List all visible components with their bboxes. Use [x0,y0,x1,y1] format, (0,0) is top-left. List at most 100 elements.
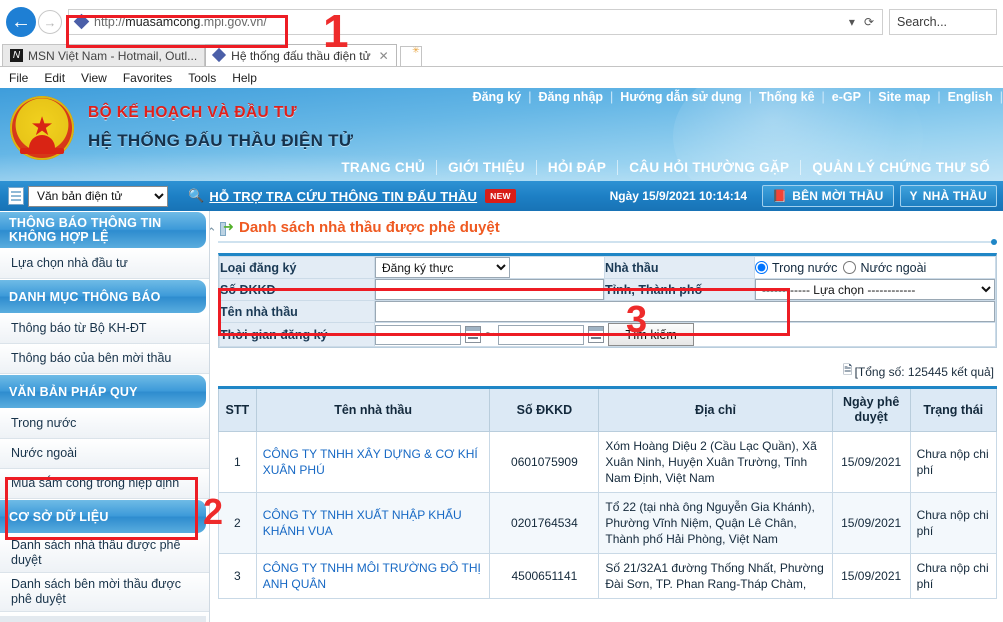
browser-tab-mpi[interactable]: Hệ thống đấu thầu điện tử ✕ [205,44,397,66]
nav-gioi-thieu[interactable]: GIỚI THIỆU [437,160,536,175]
browser-search-input[interactable]: Search... [889,9,997,35]
address-bar[interactable]: http://muasamcong.mpi.gov.vn/ ▾ ⟳ [68,9,883,35]
document-type-select[interactable]: Văn bản điện tử [28,185,168,207]
search-submit-button[interactable]: Tìm kiếm [608,323,694,346]
col-status: Trạng thái [909,387,998,432]
ben-moi-thau-label: BÊN MỜI THẦU [792,189,884,203]
site-favicon-icon [75,15,89,29]
cell-status: Chưa nộp chi phí [909,553,998,599]
contractor-link[interactable]: CÔNG TY TNHH MÔI TRƯỜNG ĐÔ THỊ ANH QUÂN [263,561,481,591]
sidebar-scroll-end [0,616,206,622]
close-icon[interactable]: ✕ [379,49,389,63]
cell-stt: 2 [218,492,257,554]
document-icon [8,187,24,205]
refresh-icon[interactable]: ⟳ [864,15,874,29]
back-icon[interactable]: ← [6,7,36,37]
ben-moi-thau-button[interactable]: 📕 BÊN MỜI THẦU [762,185,894,207]
new-tab-icon[interactable] [399,45,422,66]
calendar-icon[interactable] [588,326,605,343]
sidebar-item-approved-procuring-entities[interactable]: Danh sách bên mời thầu được phê duyệt [0,573,209,612]
radio-foreign-input[interactable] [843,261,857,274]
nav-cau-hoi-thuong-gap[interactable]: CÂU HỎI THƯỜNG GẶP [618,160,800,175]
search-form-table: Loại đăng ký Đăng ký thực Nhà thầu Trong… [219,256,996,347]
cell-date: 15/09/2021 [831,431,911,493]
sidebar-heading-invalid-notices[interactable]: THÔNG BÁO THÔNG TIN KHÔNG HỢP LỆ [0,212,206,248]
sidebar-item-notice-ministry[interactable]: Thông báo từ Bộ KH-ĐT [0,314,209,344]
collapse-caret-icon[interactable]: ⌃ [210,225,217,241]
nav-hoi-dap[interactable]: HỎI ĐÁP [537,160,617,175]
title-divider [218,239,997,245]
browser-tab-label: Hệ thống đấu thầu điện tử [231,48,371,63]
topnav-site-map[interactable]: Site map [871,90,937,104]
cell-date: 15/09/2021 [831,553,911,599]
radio-domestic-input[interactable] [755,261,768,274]
topnav-thong-ke[interactable]: Thống kê [752,90,822,104]
cell-dkkd: 4500651141 [489,553,600,599]
document-type-selector[interactable]: Văn bản điện tử [8,185,168,207]
menu-item-view[interactable]: View [81,71,107,85]
cell-name: CÔNG TY TNHH MÔI TRƯỜNG ĐÔ THỊ ANH QUÂN [255,553,491,599]
chevron-down-icon[interactable]: ▾ [849,15,855,29]
cell-name: CÔNG TY TNHH XÂY DỰNG & CƠ KHÍ XUÂN PHÚ [255,431,491,493]
field-reg-type: Đăng ký thực [374,256,605,279]
menu-item-file[interactable]: File [9,71,28,85]
label-reg-type: Loại đăng ký [219,256,375,279]
vietnam-national-emblem-icon: ★ [10,96,74,160]
sidebar-item-notice-procuring[interactable]: Thông báo của bên mời thầu [0,344,209,374]
cell-dkkd: 0201764534 [489,492,600,554]
topnav-dang-nhap[interactable]: Đăng nhập [531,90,610,104]
menu-item-help[interactable]: Help [232,71,257,85]
forward-arrow-icon[interactable]: → [38,10,62,34]
new-badge: NEW [485,189,516,203]
nav-quan-ly-chung-thu-so[interactable]: QUẢN LÝ CHỨNG THƯ SỐ [801,160,1001,175]
lookup-support-link[interactable]: 🔍 HỖ TRỢ TRA CỨU THÔNG TIN ĐẤU THẦU NEW [188,188,516,204]
sidebar-item-agreement-procurement[interactable]: Mua sắm công trong hiệp định [0,469,209,499]
web-page: Đăng ký | Đăng nhập | Hướng dẫn sử dụng | T… [0,88,1003,622]
contractor-link[interactable]: CÔNG TY TNHH XUẤT NHẬP KHẨU KHÁNH VUA [263,508,462,538]
contractor-link[interactable]: CÔNG TY TNHH XÂY DỰNG & CƠ KHÍ XUÂN PHÚ [263,447,478,477]
nha-thau-button[interactable]: Y NHÀ THẦU [899,185,997,207]
document-icon: 🗎 [842,363,853,377]
nav-trang-chu[interactable]: TRANG CHỦ [330,160,436,175]
menu-item-edit[interactable]: Edit [44,71,65,85]
main-content: ⌃ Danh sách nhà thầu được phê duyệt Loại… [210,211,1003,622]
reg-type-select[interactable]: Đăng ký thực [375,257,510,278]
form-row-reg-type: Loại đăng ký Đăng ký thực Nhà thầu Trong… [219,256,996,279]
topnav-huong-dan[interactable]: Hướng dẫn sử dụng [613,90,748,104]
cell-status: Chưa nộp chi phí [909,492,998,554]
field-province: ------------ Lựa chọn ------------ [754,278,996,301]
utility-toolbar: Văn bản điện tử 🔍 HỖ TRỢ TRA CỨU THÔNG T… [0,181,1003,211]
menu-item-favorites[interactable]: Favorites [123,71,172,85]
radio-foreign[interactable]: Nước ngoài [843,261,926,275]
form-row-contractor-name: Tên nhà thầu [219,300,996,323]
col-name: Tên nhà thầu [255,387,491,432]
sidebar-item-domestic[interactable]: Trong nước [0,409,209,439]
sidebar-item-foreign[interactable]: Nước ngoài [0,439,209,469]
radio-domestic[interactable]: Trong nước [755,261,837,275]
table-row: 3 CÔNG TY TNHH MÔI TRƯỜNG ĐÔ THỊ ANH QUÂ… [218,553,998,599]
topnav-english[interactable]: English [941,90,1000,104]
label-dkkd: Số ĐKKD [219,278,375,301]
field-reg-time: ~ Tìm kiếm [374,322,996,347]
cell-dkkd: 0601075909 [489,431,600,493]
province-select[interactable]: ------------ Lựa chọn ------------ [755,279,995,300]
topnav-egp[interactable]: e-GP [825,90,868,104]
calendar-icon[interactable] [465,326,481,343]
date-range-row: ~ Tìm kiếm [375,323,995,346]
dkkd-input[interactable] [375,279,604,300]
sidebar-heading-notices[interactable]: DANH MỤC THÔNG BÁO [0,280,206,313]
date-from-input[interactable] [375,324,461,345]
menu-item-tools[interactable]: Tools [188,71,216,85]
browser-tab-strip: N MSN Việt Nam - Hotmail, Outl... Hệ thố… [0,44,1003,67]
sidebar-item-approved-contractors[interactable]: Danh sách nhà thầu được phê duyệt [0,534,209,573]
sidebar-heading-legal-docs[interactable]: VĂN BẢN PHÁP QUY [0,375,206,408]
server-datetime: Ngày 15/9/2021 10:14:14 [609,189,748,203]
sidebar-item-investor-selection[interactable]: Lựa chọn nhà đầu tư [0,249,209,279]
date-to-input[interactable] [498,324,585,345]
topnav-dang-ky[interactable]: Đăng ký [466,90,529,104]
contractor-name-input[interactable] [375,301,995,322]
browser-tab-msn[interactable]: N MSN Việt Nam - Hotmail, Outl... [2,44,206,66]
browser-chrome: ← → http://muasamcong.mpi.gov.vn/ ▾ ⟳ Se… [0,0,1003,88]
sidebar-heading-database[interactable]: CƠ SỞ DỮ LIỆU [0,500,206,533]
search-icon: 🔍 [188,188,205,203]
